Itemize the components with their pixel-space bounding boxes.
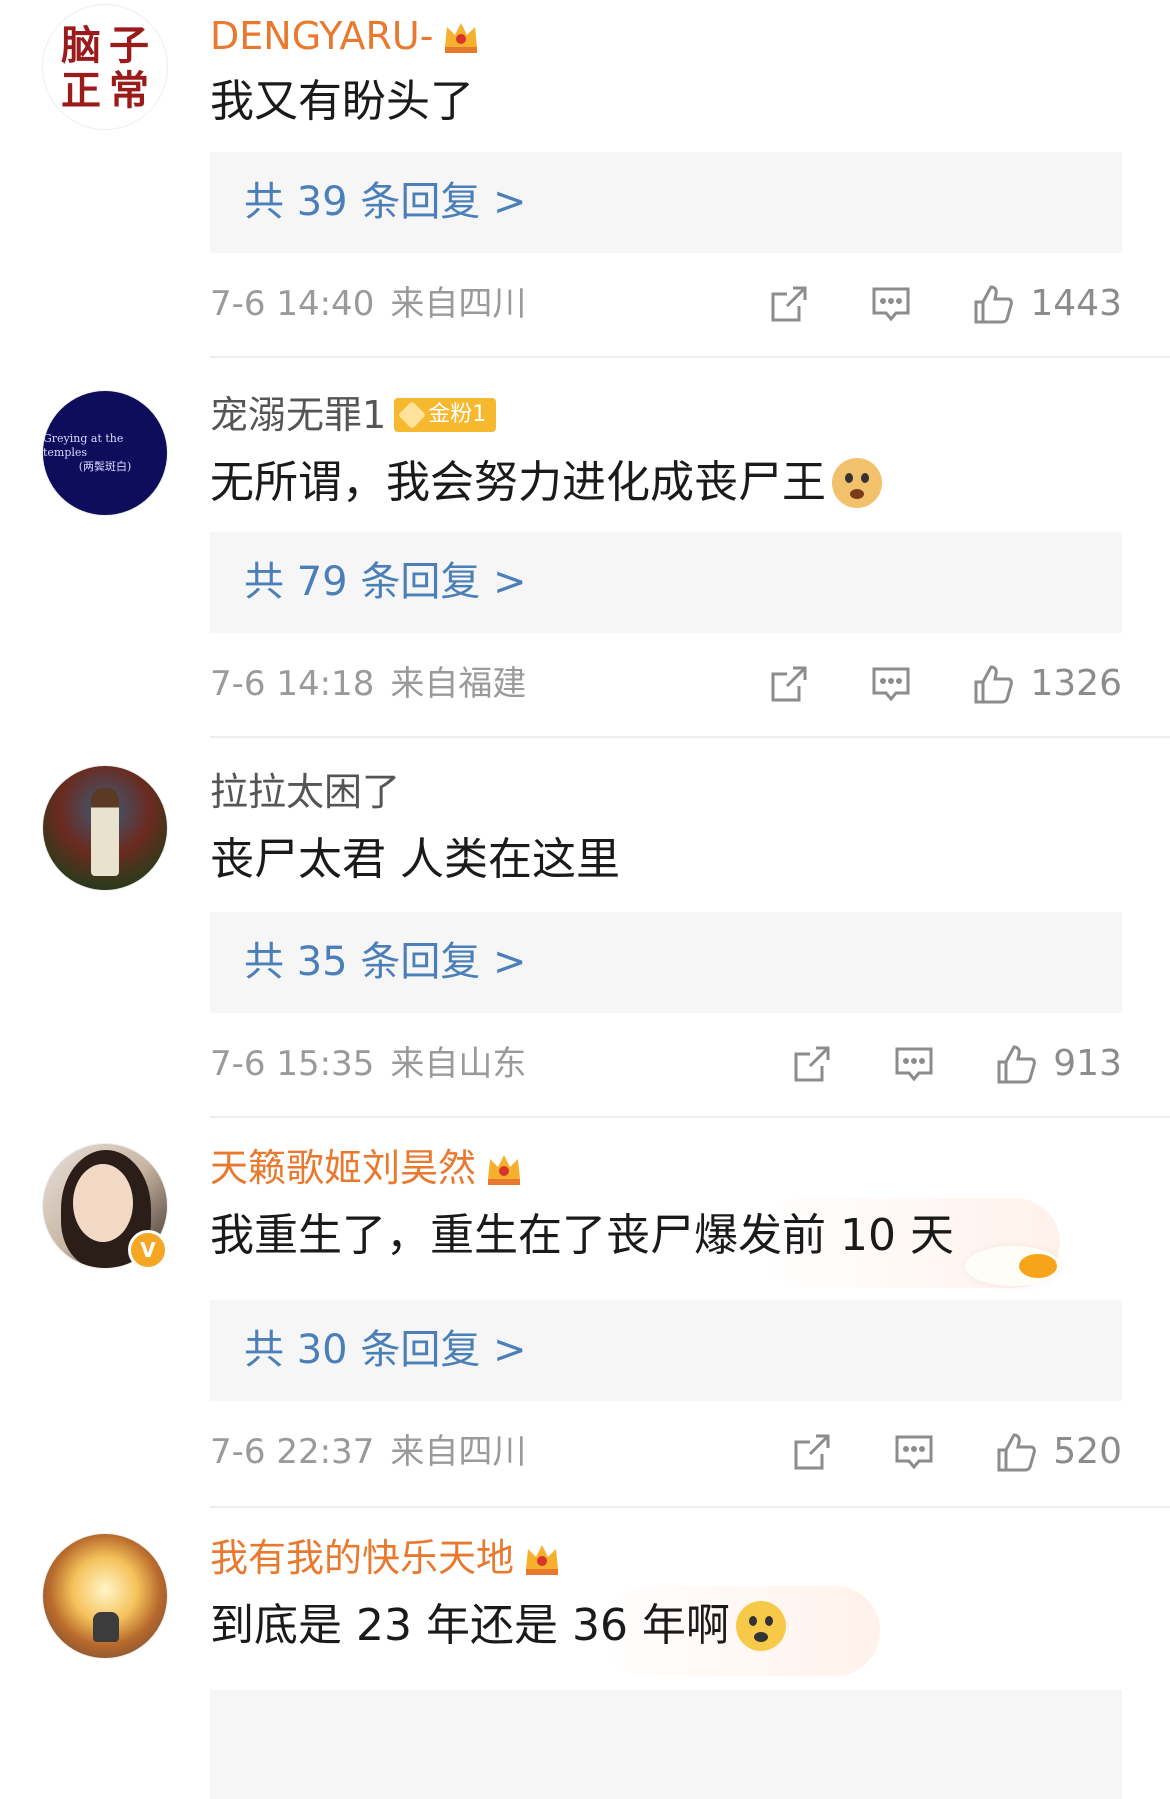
- thumbs-up-icon[interactable]: [993, 1429, 1039, 1475]
- share-icon[interactable]: [766, 661, 812, 707]
- comment-icon[interactable]: [868, 661, 914, 707]
- view-replies-link[interactable]: 共 39 条回复 >: [244, 152, 527, 253]
- crown-icon: [441, 17, 481, 55]
- timestamp: 7-6 15:35: [210, 1044, 375, 1084]
- view-replies-link[interactable]: 共 79 条回复 >: [244, 532, 527, 633]
- username-text: DENGYARU-: [210, 14, 434, 58]
- comment-text: 我重生了，重生在了丧尸爆发前 10 天: [210, 1210, 954, 1261]
- location: 来自四川: [390, 1432, 527, 1472]
- verified-badge-icon: V: [128, 1230, 168, 1270]
- timestamp: 7-6 14:18: [210, 664, 375, 704]
- crown-icon: [522, 1539, 562, 1577]
- fan-level-badge: 金粉1: [394, 398, 497, 432]
- username[interactable]: DENGYARU-: [210, 12, 481, 60]
- thumbs-up-icon[interactable]: [970, 281, 1016, 327]
- avatar[interactable]: [42, 765, 168, 891]
- comment-feed: 脑 子 正 常 DENGYARU- 我又有盼头了 共 39 条回复 > 7-6 …: [0, 0, 1170, 1799]
- like-count: 520: [1053, 1431, 1122, 1472]
- share-icon[interactable]: [766, 281, 812, 327]
- replies-box[interactable]: 共 30 条回复 >: [210, 1300, 1122, 1401]
- avatar-cat: [93, 1612, 119, 1642]
- comment-icon[interactable]: [891, 1429, 937, 1475]
- like-count: 1443: [1030, 283, 1122, 324]
- crown-icon: [484, 1149, 524, 1187]
- comment-text: 无所谓，我会努力进化成丧尸王: [210, 455, 882, 511]
- share-icon[interactable]: [789, 1041, 835, 1087]
- timestamp: 7-6 14:40: [210, 284, 375, 324]
- location: 来自福建: [390, 664, 527, 704]
- replies-box[interactable]: 共 35 条回复 >: [210, 912, 1122, 1013]
- thumbs-up-icon[interactable]: [993, 1041, 1039, 1087]
- comment-meta: 7-6 22:37 来自四川 520: [210, 1422, 1122, 1482]
- avatar-char: 正: [61, 67, 101, 114]
- avatar-caption: (两鬓斑白): [78, 460, 132, 473]
- username-text: 天籁歌姬刘昊然: [210, 1146, 477, 1190]
- comment-text: 我又有盼头了: [210, 76, 474, 127]
- username[interactable]: 宠溺无罪1 金粉1: [210, 391, 497, 439]
- like-count: 1326: [1030, 663, 1122, 704]
- location: 来自山东: [390, 1044, 527, 1084]
- divider: [210, 1116, 1170, 1118]
- comment-text: 到底是 23 年还是 36 年啊: [210, 1598, 786, 1654]
- comment-meta: 7-6 14:40 来自四川 1443: [210, 274, 1122, 334]
- avatar[interactable]: Greying at the temples (两鬓斑白): [42, 390, 168, 516]
- comment-meta: 7-6 15:35 来自山东 913: [210, 1034, 1122, 1094]
- view-replies-link[interactable]: 共 30 条回复 >: [244, 1300, 527, 1401]
- replies-box[interactable]: [210, 1690, 1122, 1799]
- avatar-char: 子: [109, 22, 149, 69]
- username[interactable]: 我有我的快乐天地: [210, 1534, 562, 1582]
- timestamp: 7-6 22:37: [210, 1432, 375, 1472]
- avatar-figure: [91, 788, 119, 876]
- avatar[interactable]: 脑 子 正 常: [42, 4, 168, 130]
- comment-icon[interactable]: [891, 1041, 937, 1087]
- avatar-face: [73, 1164, 133, 1242]
- like-count: 913: [1053, 1043, 1122, 1084]
- avatar-caption: Greying at the temples: [43, 432, 124, 459]
- doge-emoji-icon: [832, 458, 882, 508]
- comment-icon[interactable]: [868, 281, 914, 327]
- username-text: 宠溺无罪1: [210, 393, 387, 437]
- share-icon[interactable]: [789, 1429, 835, 1475]
- username[interactable]: 拉拉太困了: [210, 768, 400, 816]
- replies-box[interactable]: 共 79 条回复 >: [210, 532, 1122, 633]
- thumbs-up-icon[interactable]: [970, 661, 1016, 707]
- username[interactable]: 天籁歌姬刘昊然: [210, 1144, 524, 1192]
- username-text: 我有我的快乐天地: [210, 1536, 515, 1580]
- shocked-emoji-icon: [735, 1601, 786, 1651]
- fried-egg-decoration: [965, 1246, 1061, 1286]
- location: 来自四川: [390, 284, 527, 324]
- comment-meta: 7-6 14:18 来自福建 1326: [210, 654, 1122, 714]
- view-replies-link[interactable]: 共 35 条回复 >: [244, 912, 527, 1013]
- divider: [210, 736, 1170, 738]
- replies-box[interactable]: 共 39 条回复 >: [210, 152, 1122, 253]
- avatar[interactable]: [42, 1533, 168, 1659]
- divider: [210, 1506, 1170, 1508]
- avatar-char: 脑: [61, 22, 101, 69]
- divider: [210, 356, 1170, 358]
- comment-text: 丧尸太君 人类在这里: [210, 834, 620, 885]
- username-text: 拉拉太困了: [210, 770, 401, 814]
- avatar-char: 常: [109, 67, 149, 114]
